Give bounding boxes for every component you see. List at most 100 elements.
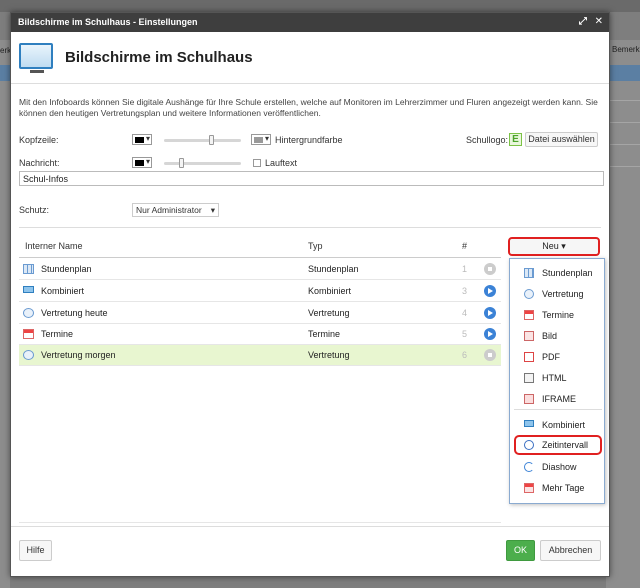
iframe-icon <box>524 394 534 404</box>
monitor-icon <box>524 420 534 427</box>
table-row-selected[interactable]: Vertretung morgen Vertretung 6 <box>19 345 501 366</box>
bg-row-line <box>606 100 640 101</box>
slider-knob[interactable] <box>209 135 214 145</box>
footer-divider <box>11 526 609 527</box>
table-row[interactable]: Stundenplan Stundenplan 1 <box>19 259 501 280</box>
dialog-titlebar[interactable]: Bildschirme im Schulhaus - Einstellungen… <box>11 13 609 32</box>
menu-item-label: IFRAME <box>542 394 577 404</box>
abbrechen-button[interactable]: Abbrechen <box>540 540 601 561</box>
color-swatch <box>135 160 144 166</box>
play-icon[interactable] <box>484 307 496 319</box>
menu-item-label: Diashow <box>542 462 577 472</box>
col-header-name: Interner Name <box>25 241 83 251</box>
nachricht-label: Nachricht: <box>19 158 60 168</box>
row-type: Vertretung <box>308 350 350 360</box>
menu-item-vertretung[interactable]: Vertretung <box>514 284 602 304</box>
intro-text: Mit den Infoboards können Sie digitale A… <box>19 97 598 118</box>
menu-item-pdf[interactable]: PDF <box>514 347 602 367</box>
bg-row-line <box>606 166 640 167</box>
menu-item-label: HTML <box>542 373 567 383</box>
schullogo-label: Schullogo: <box>466 135 509 145</box>
col-header-num: # <box>462 241 468 251</box>
row-type: Vertretung <box>308 308 350 318</box>
row-name: Kombiniert <box>41 286 85 296</box>
hilfe-button[interactable]: Hilfe <box>19 540 52 561</box>
play-icon[interactable] <box>484 328 496 340</box>
grid-icon <box>524 268 534 278</box>
menu-item-label: Kombiniert <box>542 420 586 430</box>
calendar-icon <box>23 329 34 339</box>
vertretung-icon <box>524 289 534 299</box>
menu-item-bild[interactable]: Bild <box>514 326 602 346</box>
row-num: 5 <box>462 329 468 339</box>
stop-icon[interactable] <box>484 349 496 361</box>
bg-row-line <box>606 144 640 145</box>
neu-button[interactable]: Neu ▾ <box>508 237 600 256</box>
nachricht-color-picker[interactable]: ▾ <box>132 157 152 168</box>
kopfzeile-slider[interactable] <box>164 135 241 145</box>
nachricht-slider[interactable] <box>164 158 241 168</box>
bg-selected-row <box>606 65 640 81</box>
neu-menu: Stundenplan Vertretung Termine Bild PDF … <box>509 258 605 504</box>
row-num: 6 <box>462 350 468 360</box>
menu-item-label: Zeitintervall <box>542 440 589 450</box>
lauftext-checkbox[interactable] <box>253 159 261 167</box>
menu-item-stundenplan[interactable]: Stundenplan <box>514 263 602 283</box>
kopfzeile-color-picker[interactable]: ▾ <box>132 134 152 145</box>
ok-button[interactable]: OK <box>506 540 535 561</box>
pdf-icon <box>524 352 534 362</box>
row-num: 1 <box>462 264 468 274</box>
lauftext-label: Lauftext <box>265 158 298 168</box>
menu-item-termine[interactable]: Termine <box>514 305 602 325</box>
row-type: Kombiniert <box>308 286 352 296</box>
header-divider <box>11 83 609 84</box>
calendar-icon <box>524 483 534 493</box>
menu-divider <box>514 409 602 410</box>
monitor-icon <box>23 286 34 293</box>
schutz-select[interactable]: Nur Administrator ▾ <box>132 203 219 217</box>
app-right-edge: Bemerku <box>606 40 640 588</box>
html-icon <box>524 373 534 383</box>
menu-item-diashow[interactable]: Diashow <box>514 457 602 477</box>
chevron-down-icon: ▾ <box>264 134 269 143</box>
close-icon[interactable]: ✕ <box>595 16 603 27</box>
datei-auswaehlen-button[interactable]: Datei auswählen <box>525 132 598 147</box>
section-divider <box>19 227 601 228</box>
table-row[interactable]: Kombiniert Kombiniert 3 <box>19 281 501 302</box>
menu-item-label: Vertretung <box>542 289 584 299</box>
monitor-icon <box>19 43 53 69</box>
row-num: 4 <box>462 308 468 318</box>
menu-item-kombiniert[interactable]: Kombiniert <box>514 415 602 435</box>
dialog-title: Bildschirme im Schulhaus - Einstellungen <box>18 17 198 27</box>
menu-item-html[interactable]: HTML <box>514 368 602 388</box>
maximize-icon[interactable]: ⤢ <box>579 16 587 27</box>
chevron-down-icon: ▾ <box>145 134 150 143</box>
stop-icon[interactable] <box>484 263 496 275</box>
menu-item-iframe[interactable]: IFRAME <box>514 389 602 409</box>
chevron-down-icon: ▾ <box>210 205 215 215</box>
monitor-stand <box>30 70 44 73</box>
play-icon[interactable] <box>484 285 496 297</box>
nachricht-input[interactable]: Schul-Infos <box>19 171 604 186</box>
calendar-icon <box>524 310 534 320</box>
clock-icon <box>524 440 534 450</box>
page-title: Bildschirme im Schulhaus <box>65 49 253 66</box>
table-row[interactable]: Vertretung heute Vertretung 4 <box>19 303 501 324</box>
schutz-label: Schutz: <box>19 205 50 215</box>
menu-item-zeitintervall[interactable]: Zeitintervall <box>514 435 602 455</box>
app-top-bar <box>0 0 640 12</box>
color-swatch <box>135 137 144 143</box>
row-type: Stundenplan <box>308 264 359 274</box>
slider-knob[interactable] <box>179 158 184 168</box>
menu-item-label: PDF <box>542 352 560 362</box>
menu-item-mehr-tage[interactable]: Mehr Tage <box>514 478 602 498</box>
hintergrund-color-picker[interactable]: ▾ <box>251 134 271 145</box>
schutz-select-value: Nur Administrator <box>136 205 202 215</box>
settings-dialog: Bildschirme im Schulhaus - Einstellungen… <box>10 12 610 577</box>
chevron-down-icon: ▾ <box>145 157 150 166</box>
table-row[interactable]: Termine Termine 5 <box>19 324 501 345</box>
row-type: Termine <box>308 329 341 339</box>
refresh-icon <box>524 462 534 472</box>
hintergrund-label: Hintergrundfarbe <box>275 135 343 145</box>
col-header-type: Typ <box>308 241 323 251</box>
